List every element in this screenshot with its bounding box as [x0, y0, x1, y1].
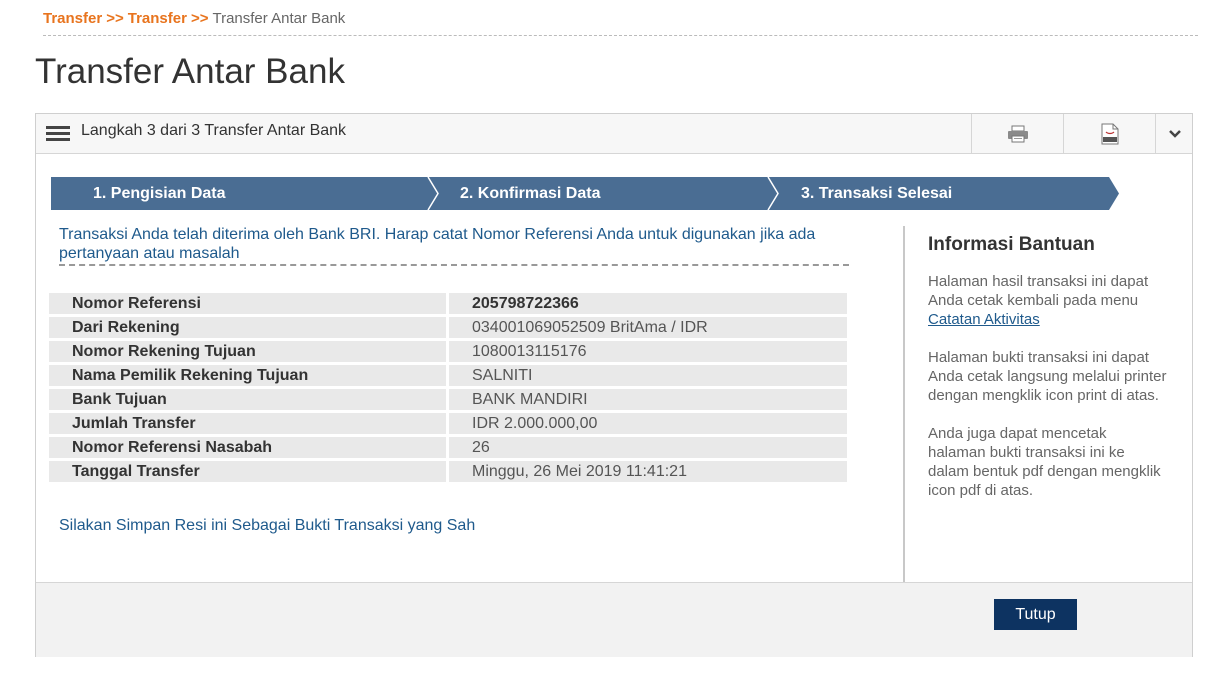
help-paragraph-1-text: Halaman hasil transaksi ini dapat Anda c… [928, 273, 1149, 309]
table-row: Jumlah Transfer IDR 2.000.000,00 [49, 413, 849, 434]
breadcrumb-separator: >> [190, 10, 209, 27]
vertical-divider [903, 226, 905, 582]
help-title: Informasi Bantuan [928, 234, 1095, 255]
breadcrumb-separator: >> [106, 10, 124, 27]
table-row: Nomor Referensi Nasabah 26 [49, 437, 849, 458]
transfer-panel: Langkah 3 dari 3 Transfer Antar Bank 1. … [35, 113, 1193, 657]
close-button[interactable]: Tutup [994, 599, 1077, 630]
help-paragraph-2: Halaman bukti transaksi ini dapat Anda c… [928, 349, 1167, 404]
table-row: Nomor Rekening Tujuan 1080013115176 [49, 341, 849, 362]
table-row: Bank Tujuan BANK MANDIRI [49, 389, 849, 410]
help-section: Informasi Bantuan Halaman hasil transaks… [928, 234, 1168, 519]
print-button[interactable] [971, 114, 1064, 153]
pdf-button[interactable] [1063, 114, 1156, 153]
row-label: Bank Tujuan [49, 389, 446, 410]
row-label: Jumlah Transfer [49, 413, 446, 434]
activity-log-link[interactable]: Catatan Aktivitas [928, 311, 1040, 328]
breadcrumb-current: Transfer Antar Bank [212, 10, 346, 27]
breadcrumb-link-transfer-2[interactable]: Transfer [128, 10, 187, 27]
row-value: 1080013115176 [449, 341, 847, 362]
step-3: 3. Transaksi Selesai [801, 185, 953, 202]
panel-title: Langkah 3 dari 3 Transfer Antar Bank [81, 122, 347, 139]
step-1: 1. Pengisian Data [93, 185, 226, 202]
panel-footer: Tutup [36, 582, 1192, 657]
row-label: Nama Pemilik Rekening Tujuan [49, 365, 446, 386]
step-2: 2. Konfirmasi Data [460, 185, 601, 202]
collapse-button[interactable] [1155, 114, 1193, 153]
row-value: SALNITI [449, 365, 847, 386]
table-row: Tanggal Transfer Minggu, 26 Mei 2019 11:… [49, 461, 849, 482]
chevron-down-icon [1168, 129, 1181, 138]
breadcrumb: Transfer >> Transfer >> Transfer Antar Bank [43, 10, 345, 27]
row-label: Nomor Referensi [49, 293, 446, 314]
progress-steps: 1. Pengisian Data 2. Konfirmasi Data 3. … [51, 177, 1119, 210]
row-value: Minggu, 26 Mei 2019 11:41:21 [449, 461, 847, 482]
help-paragraph-3: Anda juga dapat mencetak halaman bukti t… [928, 425, 1161, 499]
row-label: Nomor Rekening Tujuan [49, 341, 446, 362]
transaction-details: Nomor Referensi 205798722366 Dari Rekeni… [49, 293, 849, 485]
message-divider [59, 264, 849, 266]
success-message: Transaksi Anda telah diterima oleh Bank … [59, 226, 816, 262]
row-value: 205798722366 [449, 293, 847, 314]
row-label: Dari Rekening [49, 317, 446, 338]
breadcrumb-link-transfer-1[interactable]: Transfer [43, 10, 102, 27]
menu-icon[interactable] [46, 126, 70, 142]
row-value: 034001069052509 BritAma / IDR [449, 317, 847, 338]
row-value: 26 [449, 437, 847, 458]
row-value: IDR 2.000.000,00 [449, 413, 847, 434]
table-row: Nama Pemilik Rekening Tujuan SALNITI [49, 365, 849, 386]
breadcrumb-divider [43, 35, 1198, 36]
help-paragraph-1: Halaman hasil transaksi ini dapat Anda c… [928, 272, 1168, 329]
table-row: Nomor Referensi 205798722366 [49, 293, 849, 314]
panel-header: Langkah 3 dari 3 Transfer Antar Bank [36, 114, 1192, 154]
save-receipt-note: Silakan Simpan Resi ini Sebagai Bukti Tr… [59, 517, 476, 534]
row-label: Tanggal Transfer [49, 461, 446, 482]
table-row: Dari Rekening 034001069052509 BritAma / … [49, 317, 849, 338]
row-value: BANK MANDIRI [449, 389, 847, 410]
row-label: Nomor Referensi Nasabah [49, 437, 446, 458]
printer-icon [1008, 125, 1028, 142]
pdf-icon [1101, 123, 1119, 144]
page-title: Transfer Antar Bank [35, 52, 345, 91]
